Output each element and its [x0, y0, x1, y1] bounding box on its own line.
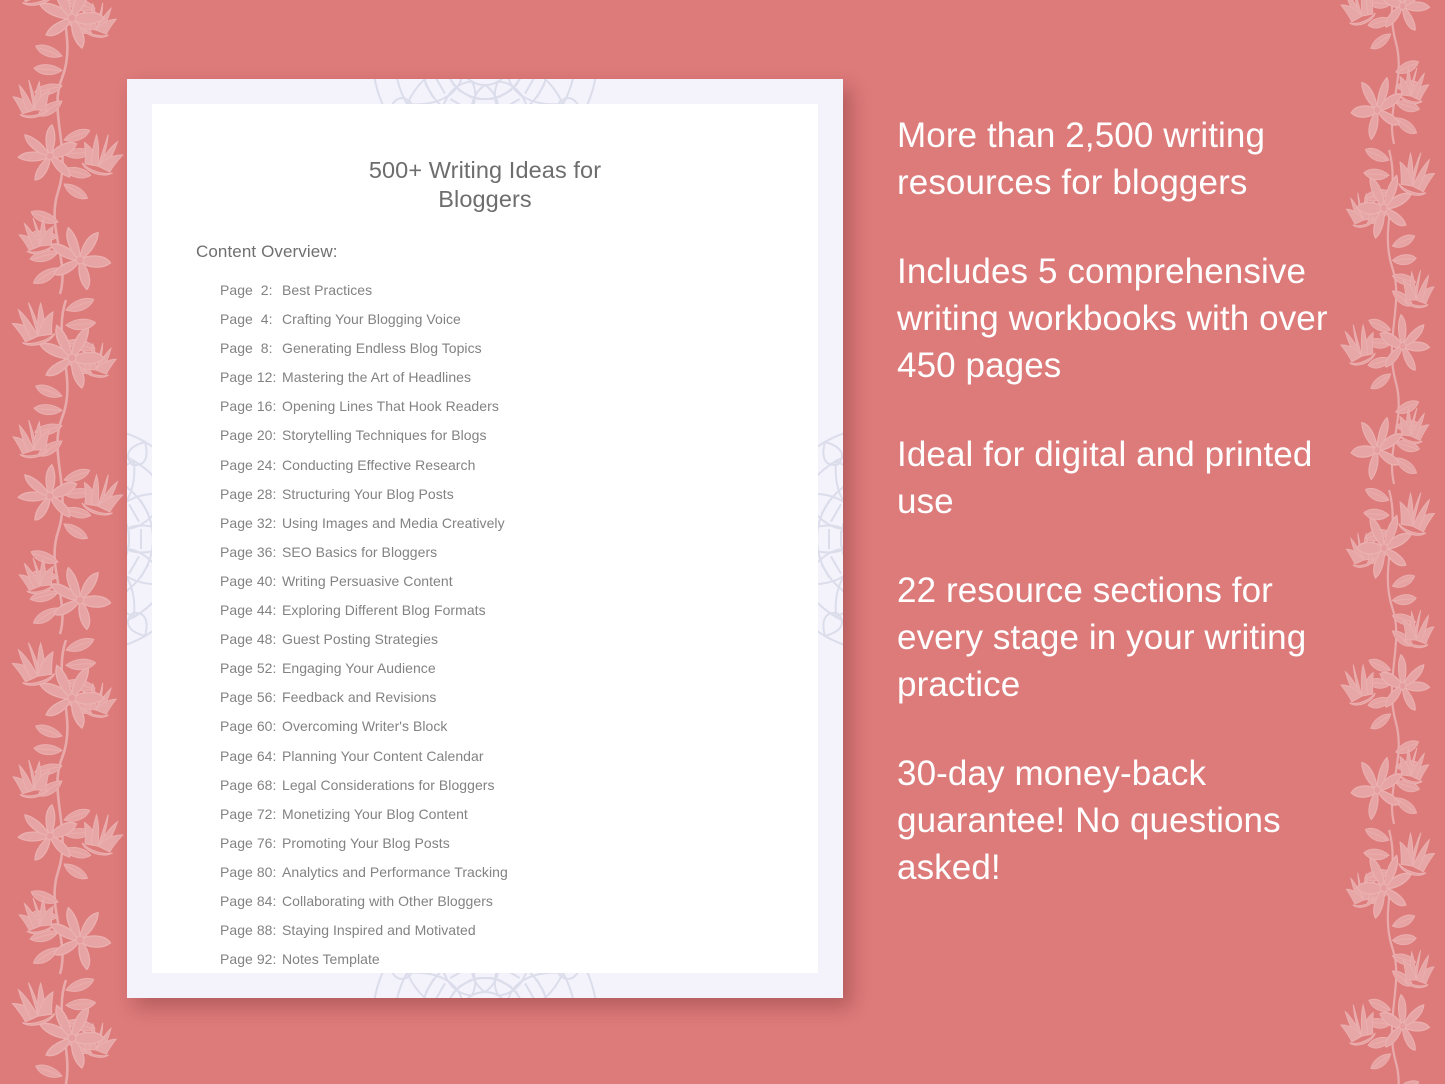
toc-page-number: Page 24: — [220, 456, 277, 473]
toc-page-number: Page 48: — [220, 631, 277, 648]
toc-row: Page 76: Promoting Your Blog Posts — [220, 835, 798, 864]
toc-entry-label: Collaborating with Other Bloggers — [282, 892, 493, 909]
toc-row: Page 56: Feedback and Revisions — [220, 689, 798, 718]
toc-row: Page 72: Monetizing Your Blog Content — [220, 806, 798, 835]
toc-page-number: Page 88: — [220, 922, 277, 939]
toc-entry-label: Legal Considerations for Bloggers — [282, 776, 495, 793]
toc-row: Page 32: Using Images and Media Creativel… — [220, 515, 798, 544]
toc-row: Page 20: Storytelling Techniques for Blog… — [220, 427, 798, 456]
toc-row: Page 68: Legal Considerations for Blogger… — [220, 777, 798, 806]
toc-row: Page 92: Notes Template — [220, 951, 798, 980]
toc-row: Page 8: Generating Endless Blog Topics — [220, 340, 798, 369]
toc-row: Page 28: Structuring Your Blog Posts — [220, 486, 798, 515]
toc-entry-label: Crafting Your Blogging Voice — [282, 311, 461, 328]
toc-page-number: Page 40: — [220, 572, 277, 589]
toc-entry-label: Storytelling Techniques for Blogs — [282, 427, 487, 444]
toc-row: Page 80: Analytics and Performance Tracki… — [220, 864, 798, 893]
toc-entry-label: Structuring Your Blog Posts — [282, 485, 454, 502]
toc-row: Page 60: Overcoming Writer's Block — [220, 718, 798, 747]
toc-entry-label: Staying Inspired and Motivated — [282, 922, 476, 939]
toc-row: Page 12: Mastering the Art of Headlines — [220, 369, 798, 398]
toc-entry-label: Promoting Your Blog Posts — [282, 834, 450, 851]
benefit-text: Includes 5 comprehensive writing workboo… — [897, 252, 1328, 385]
benefit-text: More than 2,500 writing resources for bl… — [897, 116, 1266, 202]
toc-entry-label: Monetizing Your Blog Content — [282, 805, 468, 822]
toc-entry-label: Best Practices — [282, 282, 373, 298]
toc-page-number: Page 4: — [220, 311, 273, 328]
toc-entry-label: Analytics and Performance Tracking — [282, 863, 508, 880]
document-page: 500+ Writing Ideas for Bloggers Content … — [152, 104, 818, 973]
toc-page-number: Page 52: — [220, 660, 277, 677]
toc-page-number: Page 8: — [220, 340, 273, 357]
toc-entry-label: Planning Your Content Calendar — [282, 747, 484, 764]
page-title: 500+ Writing Ideas for Bloggers — [368, 157, 602, 212]
toc-page-number: Page 68: — [220, 776, 277, 793]
content-overview-label: Content Overview: — [196, 242, 338, 261]
toc-row: Page 88: Staying Inspired and Motivated — [220, 922, 798, 951]
toc-row: Page 40: Writing Persuasive Content — [220, 573, 798, 602]
toc-page-number: Page 84: — [220, 892, 277, 909]
toc-page-number: Page 20: — [220, 427, 277, 444]
toc-row: Page 48: Guest Posting Strategies — [220, 631, 798, 660]
toc-entry-label: Engaging Your Audience — [282, 660, 436, 677]
toc-page-number: Page 92: — [220, 951, 277, 968]
toc-row: Page 16: Opening Lines That Hook Readers — [220, 398, 798, 427]
toc-entry-label: Mastering the Art of Headlines — [282, 369, 472, 386]
toc-row: Page 2: Best Practices — [220, 282, 798, 311]
benefits-list: More than 2,500 writing resources for bl… — [897, 112, 1349, 891]
toc-entry-label: Generating Endless Blog Topics — [282, 340, 482, 357]
toc-page-number: Page 12: — [220, 369, 277, 386]
floral-border-left-icon — [0, 0, 132, 1084]
floral-border-right-icon — [1333, 0, 1445, 1084]
toc-entry-label: Guest Posting Strategies — [282, 631, 439, 648]
toc-row: Page 44: Exploring Different Blog Formats — [220, 602, 798, 631]
toc-page-number: Page 60: — [220, 718, 277, 735]
benefit-text: Ideal for digital and printed use — [897, 435, 1313, 521]
toc-page-number: Page 2: — [220, 282, 273, 298]
toc-page-number: Page 72: — [220, 805, 277, 822]
toc-page-number: Page 32: — [220, 514, 277, 531]
toc-row: Page 52: Engaging Your Audience — [220, 660, 798, 689]
toc-row: Page 24: Conducting Effective Research — [220, 457, 798, 486]
toc-entry-label: Notes Template — [282, 951, 380, 968]
table-of-contents: Page 2: Best Practices Page 4: Crafting You… — [220, 282, 798, 980]
toc-page-number: Page 28: — [220, 485, 277, 502]
toc-row: Page 4: Crafting Your Blogging Voice — [220, 311, 798, 340]
toc-page-number: Page 76: — [220, 834, 277, 851]
toc-page-number: Page 64: — [220, 747, 277, 764]
toc-entry-label: Using Images and Media Creatively — [282, 514, 505, 531]
toc-page-number: Page 80: — [220, 863, 277, 880]
toc-entry-label: Conducting Effective Research — [282, 456, 476, 473]
toc-row: Page 36: SEO Basics for Bloggers — [220, 544, 798, 573]
toc-page-number: Page 16: — [220, 398, 277, 415]
promo-graphic: 500+ Writing Ideas for Bloggers Content … — [0, 0, 1445, 1084]
toc-entry-label: Writing Persuasive Content — [282, 572, 453, 589]
toc-entry-label: SEO Basics for Bloggers — [282, 543, 438, 560]
toc-entry-label: Exploring Different Blog Formats — [282, 602, 486, 619]
toc-entry-label: Feedback and Revisions — [282, 689, 437, 706]
benefit-text: 30-day money-back guarantee! No question… — [897, 754, 1281, 887]
toc-page-number: Page 36: — [220, 543, 277, 560]
toc-row: Page 64: Planning Your Content Calendar — [220, 748, 798, 777]
toc-entry-label: Overcoming Writer's Block — [282, 718, 448, 735]
toc-page-number: Page 56: — [220, 689, 277, 706]
benefit-text: 22 resource sections for every stage in … — [897, 571, 1307, 704]
toc-entry-label: Opening Lines That Hook Readers — [282, 398, 499, 415]
toc-row: Page 84: Collaborating with Other Blogger… — [220, 893, 798, 922]
product-preview-card: 500+ Writing Ideas for Bloggers Content … — [127, 79, 843, 998]
toc-page-number: Page 44: — [220, 602, 277, 619]
